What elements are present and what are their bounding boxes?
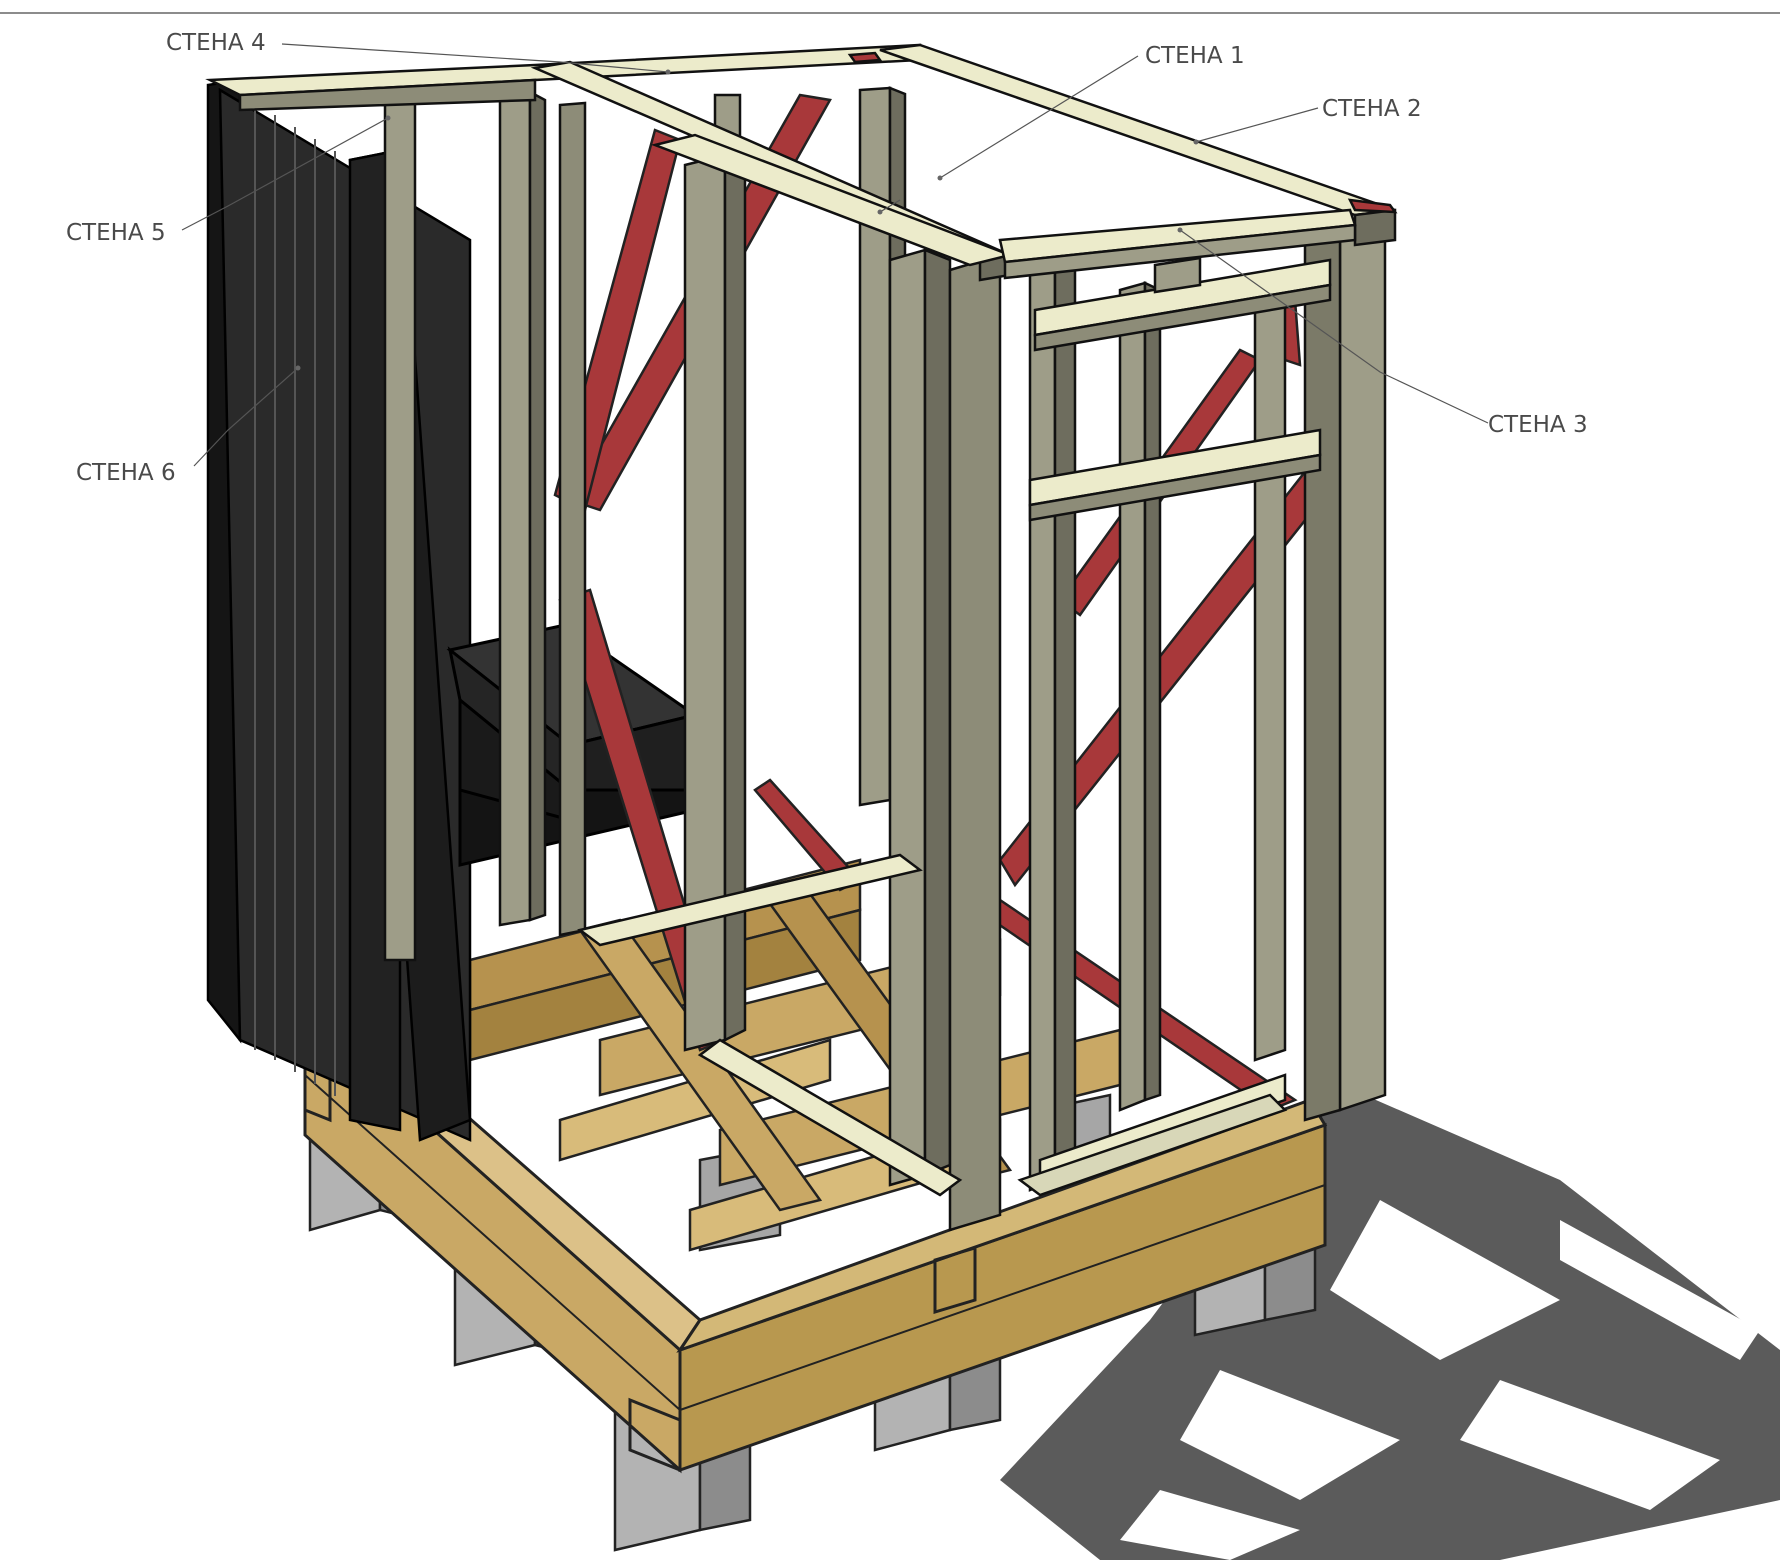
wall-6-panel xyxy=(206,78,472,1142)
label-wall-5: СТЕНА 5 xyxy=(66,220,166,246)
label-wall-1: СТЕНА 1 xyxy=(1145,43,1245,69)
label-wall-3: СТЕНА 3 xyxy=(1488,412,1588,438)
label-wall-4: СТЕНА 4 xyxy=(166,30,266,56)
label-wall-2: СТЕНА 2 xyxy=(1322,96,1422,122)
frame-diagram: СТЕНА 4 СТЕНА 1 СТЕНА 2 СТЕНА 3 СТЕНА 5 … xyxy=(0,12,1780,1560)
label-wall-6: СТЕНА 6 xyxy=(76,460,176,486)
